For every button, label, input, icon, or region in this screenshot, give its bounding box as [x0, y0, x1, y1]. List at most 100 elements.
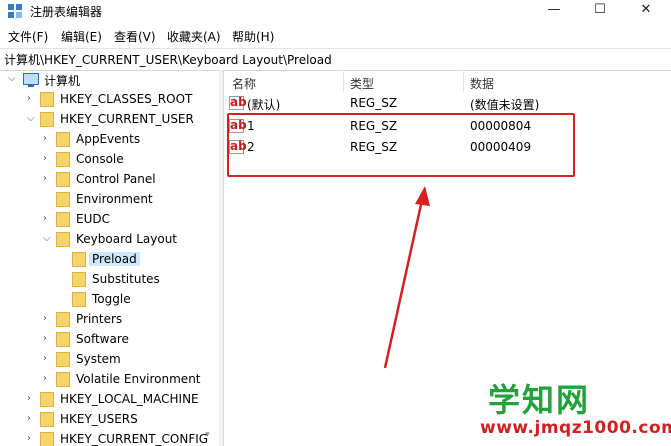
chevron-right-icon[interactable]: › [43, 134, 53, 144]
folder-icon [40, 92, 54, 107]
tree-item-label: Substitutes [92, 272, 160, 286]
value-data: (数值未设置) [470, 98, 540, 112]
tree-item-software[interactable]: › Software [0, 330, 219, 350]
chevron-right-icon[interactable]: › [27, 394, 37, 404]
tree-item-label: HKEY_USERS [60, 412, 138, 426]
window-title: 注册表编辑器 [30, 5, 103, 19]
folder-icon [72, 272, 86, 287]
folder-icon [40, 112, 54, 127]
tree-item-substitutes[interactable]: Substitutes [0, 270, 219, 290]
chevron-right-icon[interactable]: › [27, 94, 37, 104]
minimize-button[interactable]: — [531, 0, 577, 22]
tree-item-system[interactable]: › System [0, 350, 219, 370]
tree-item-label: HKEY_CLASSES_ROOT [60, 92, 193, 106]
tree-item-hkcc[interactable]: › HKEY_CURRENT_CONFIG [0, 430, 219, 446]
tree-item-label: Volatile Environment [76, 372, 201, 386]
chevron-right-icon[interactable]: › [27, 434, 37, 444]
tree-pane[interactable]: ⌵ 计算机 › HKEY_CLASSES_ROOT ⌵ HKEY_CURRENT… [0, 70, 220, 446]
tree-item-label: Console [76, 152, 124, 166]
column-header-name[interactable]: 名称 [232, 75, 256, 92]
folder-icon [56, 352, 70, 367]
tree-item-computer[interactable]: ⌵ 计算机 [0, 70, 219, 90]
chevron-right-icon[interactable]: › [43, 154, 53, 164]
folder-icon [56, 192, 70, 207]
tree-item-label: Software [76, 332, 129, 346]
folder-icon [40, 432, 54, 446]
chevron-down-icon[interactable]: ⌵ [8, 74, 18, 84]
value-name: (默认) [247, 98, 281, 112]
tree-item-label: EUDC [76, 212, 110, 226]
list-header: 名称 类型 数据 [224, 70, 671, 92]
tree-item-label: HKEY_CURRENT_CONFIG [60, 432, 209, 446]
tree-item-control-panel[interactable]: › Control Panel [0, 170, 219, 190]
folder-icon [72, 292, 86, 307]
watermark-url: www.jmqz1000.com [480, 418, 671, 438]
address-bar[interactable]: 计算机\HKEY_CURRENT_USER\Keyboard Layout\Pr… [0, 48, 671, 71]
folder-icon [56, 372, 70, 387]
tree-item-console[interactable]: › Console [0, 150, 219, 170]
tree-item-label: Toggle [92, 292, 131, 306]
chevron-down-icon[interactable]: ⌵ [27, 114, 37, 124]
chevron-right-icon[interactable]: › [43, 174, 53, 184]
tree-item-label: 计算机 [44, 74, 81, 88]
tree-item-hklm[interactable]: › HKEY_LOCAL_MACHINE [0, 390, 219, 410]
watermark-logo: 学知网 [488, 381, 591, 419]
chevron-right-icon[interactable]: › [43, 374, 53, 384]
folder-icon [56, 172, 70, 187]
registry-icon [8, 4, 22, 18]
chevron-right-icon[interactable]: › [43, 334, 53, 344]
table-row[interactable]: ab (默认) REG_SZ (数值未设置) [224, 94, 671, 114]
menu-help[interactable]: 帮助(H) [232, 28, 274, 45]
tree-item-preload[interactable]: Preload [0, 250, 219, 270]
chevron-right-icon[interactable]: › [27, 414, 37, 424]
chevron-down-icon[interactable]: ⌵ [43, 234, 53, 244]
menu-edit[interactable]: 编辑(E) [61, 28, 102, 45]
tree-item-label: HKEY_CURRENT_USER [60, 112, 194, 126]
tree-item-hkcr[interactable]: › HKEY_CLASSES_ROOT [0, 90, 219, 110]
close-button[interactable]: ✕ [623, 0, 669, 22]
title-bar: 注册表编辑器 — ☐ ✕ [0, 0, 671, 22]
column-divider[interactable] [463, 70, 464, 92]
column-header-data[interactable]: 数据 [470, 75, 494, 92]
tree-item-label: Printers [76, 312, 123, 326]
tree-item-toggle[interactable]: Toggle [0, 290, 219, 310]
computer-icon [23, 73, 39, 87]
annotation-arrow-icon [383, 186, 430, 369]
menu-view[interactable]: 查看(V) [114, 28, 156, 45]
tree-item-label: Control Panel [76, 172, 156, 186]
tree-item-label: HKEY_LOCAL_MACHINE [60, 392, 199, 406]
chevron-right-icon[interactable]: › [43, 214, 53, 224]
tree-item-environment[interactable]: Environment [0, 190, 219, 210]
folder-icon [40, 412, 54, 427]
menu-file[interactable]: 文件(F) [8, 28, 48, 45]
tree-item-volatile-environment[interactable]: › Volatile Environment [0, 370, 219, 390]
tree-item-label: System [76, 352, 121, 366]
annotation-highlight-box [227, 113, 575, 177]
menu-bar: 文件(F) 编辑(E) 查看(V) 收藏夹(A) 帮助(H) [0, 26, 671, 46]
column-header-type[interactable]: 类型 [350, 75, 374, 92]
tree-item-hku[interactable]: › HKEY_USERS [0, 410, 219, 430]
folder-open-icon [72, 252, 86, 267]
string-value-icon: ab [229, 95, 247, 110]
folder-icon [56, 312, 70, 327]
column-divider[interactable] [343, 70, 344, 92]
chevron-right-icon[interactable]: › [43, 354, 53, 364]
folder-icon [56, 332, 70, 347]
folder-icon [56, 232, 70, 247]
folder-icon [56, 132, 70, 147]
tree-item-appevents[interactable]: › AppEvents [0, 130, 219, 150]
chevron-right-icon[interactable]: › [43, 314, 53, 324]
maximize-button[interactable]: ☐ [577, 0, 623, 22]
tree-item-label: Keyboard Layout [76, 232, 178, 246]
scroll-down-icon[interactable]: ▾ [205, 430, 217, 442]
value-type: REG_SZ [350, 96, 398, 110]
tree-item-printers[interactable]: › Printers [0, 310, 219, 330]
tree-item-label: Preload [89, 252, 140, 266]
tree-item-hkcu[interactable]: ⌵ HKEY_CURRENT_USER [0, 110, 219, 130]
folder-icon [40, 392, 54, 407]
menu-favorites[interactable]: 收藏夹(A) [167, 28, 221, 45]
folder-icon [56, 212, 70, 227]
address-path: 计算机\HKEY_CURRENT_USER\Keyboard Layout\Pr… [4, 53, 332, 67]
tree-item-keyboard-layout[interactable]: ⌵ Keyboard Layout [0, 230, 219, 250]
tree-item-eudc[interactable]: › EUDC [0, 210, 219, 230]
